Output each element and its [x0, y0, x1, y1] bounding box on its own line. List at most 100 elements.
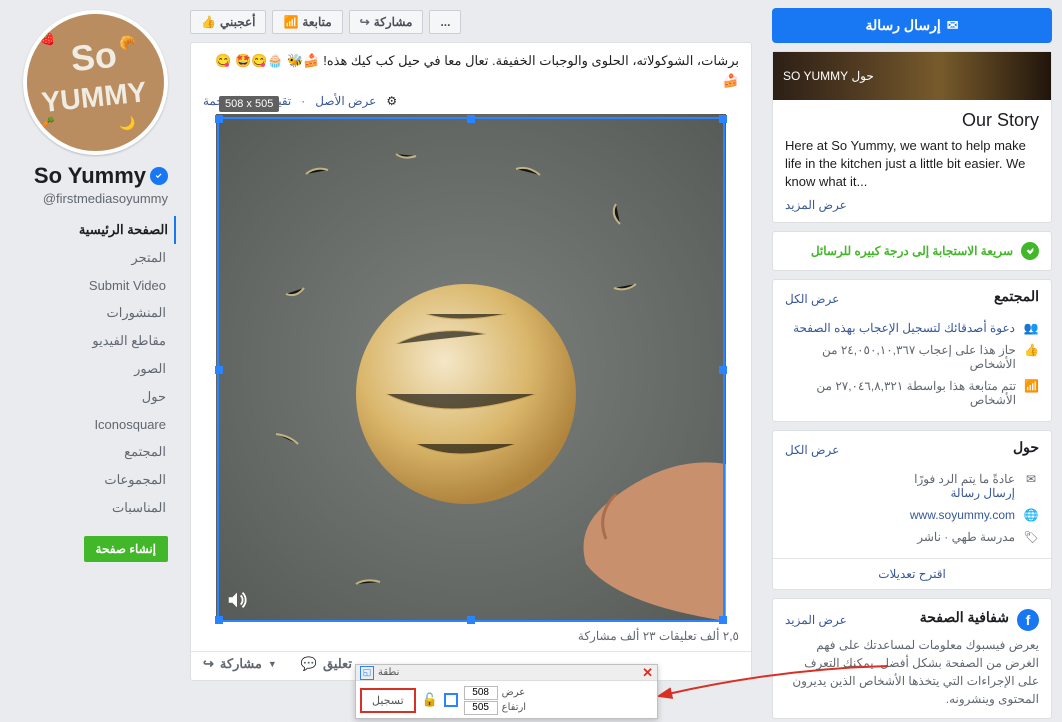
comment-react-button[interactable]: 💬 تعليق [301, 656, 352, 672]
send-message-label: إرسال رسالة [866, 17, 941, 34]
nav-community[interactable]: المجتمع [12, 438, 168, 466]
share-react-button[interactable]: ↪ مشاركة ▼ [203, 656, 277, 672]
rss-icon: 📶 [1024, 379, 1039, 393]
more-button[interactable]: ... [429, 10, 461, 34]
show-original-link[interactable]: عرض الأصل [315, 94, 376, 108]
svg-text:So: So [69, 35, 119, 80]
handle-tm[interactable] [467, 115, 475, 123]
about-send-msg-link[interactable]: إرسال رسالة [951, 486, 1016, 500]
region-icon: ◱ [360, 666, 374, 680]
nav-groups[interactable]: المجموعات [12, 466, 168, 494]
community-card: المجتمع عرض الكل 👥 دعوة أصدقائك لتسجيل ال… [772, 279, 1052, 422]
our-story-title: Our Story [785, 110, 1039, 131]
page-username: firstmediasoyummy@ [12, 191, 168, 206]
page-name[interactable]: So Yummy [34, 163, 146, 189]
response-text: سريعة الاستجابة إلى درجة كبيره للرسائل [811, 244, 1013, 258]
width-input[interactable] [464, 686, 498, 700]
verified-badge-icon [150, 167, 168, 185]
nav-videos[interactable]: مقاطع الفيديو [12, 327, 168, 355]
capture-title: نطقة [378, 667, 399, 678]
nav-shop[interactable]: المتجر [12, 244, 168, 272]
community-title: المجتمع [994, 288, 1039, 305]
transparency-card: f شفافية الصفحة عرض المزيد يعرض فيسبوك م… [772, 598, 1052, 719]
create-page-button[interactable]: إنشاء صفحة [84, 536, 168, 562]
svg-text:🍓: 🍓 [39, 30, 55, 45]
svg-text:🌙: 🌙 [119, 115, 135, 131]
nav-home[interactable]: الصفحة الرئيسية [12, 216, 176, 244]
thumb-up-icon: 👍 [201, 15, 216, 29]
record-button[interactable]: تسجيل [360, 688, 416, 713]
about-see-all[interactable]: عرض الكل [785, 443, 839, 457]
settings-icon[interactable]: ⚙ [386, 94, 397, 108]
handle-ml[interactable] [215, 366, 223, 374]
share-icon: ↪ [360, 15, 370, 29]
facebook-icon: f [1017, 609, 1039, 631]
handle-bm[interactable] [467, 616, 475, 624]
comment-icon: 💬 [301, 656, 317, 672]
about-card: حول عرض الكل ✉ عادةً ما يتم الرد فورًاإرس… [772, 430, 1052, 590]
about-title: حول [1013, 439, 1039, 456]
svg-text:🥕: 🥕 [39, 115, 55, 130]
like-button[interactable]: 👍 أعجبني [190, 10, 266, 34]
svg-text:🥐: 🥐 [119, 35, 135, 50]
height-label: ارتفاع [502, 702, 526, 713]
our-story-card: حول SO YUMMY Our Story Here at So Yummy,… [772, 51, 1052, 223]
transparency-title: شفافية الصفحة [855, 609, 1009, 626]
category-text: مدرسة طهي · ناشر [917, 530, 1015, 544]
nav-posts[interactable]: المنشورات [12, 299, 168, 327]
handle-tr[interactable] [719, 115, 727, 123]
share-react-label: مشاركة [220, 656, 262, 672]
selection-box[interactable] [217, 117, 725, 622]
suggest-edits-link[interactable]: اقترح تعديلات [773, 558, 1051, 589]
follow-label: متابعة [302, 15, 331, 29]
nav-events[interactable]: المناسبات [12, 494, 168, 522]
handle-bl[interactable] [215, 616, 223, 624]
handle-br[interactable] [719, 616, 727, 624]
handle-mr[interactable] [719, 366, 727, 374]
selection-dimensions: 508 x 505 [219, 96, 279, 112]
handle-tl[interactable] [215, 115, 223, 123]
close-icon[interactable]: ✕ [642, 665, 653, 681]
like-label: أعجبني [220, 15, 255, 29]
rss-icon: 📶 [283, 15, 298, 29]
width-label: عرض [502, 687, 526, 698]
website-link[interactable]: www.soyummy.com [910, 508, 1015, 522]
globe-icon: 🌐 [1023, 508, 1039, 522]
response-card: سريعة الاستجابة إلى درجة كبيره للرسائل [772, 231, 1052, 271]
post-text: برشات، الشوكولاته، الحلوى والوجبات الخفي… [191, 43, 751, 92]
follow-button[interactable]: 📶 متابعة [272, 10, 342, 34]
transparency-text: يعرض فيسبوك معلومات لمساعدتك على فهم الغ… [773, 636, 1051, 718]
our-story-text: Here at So Yummy, we want to help make l… [785, 137, 1039, 192]
nav-about[interactable]: حول [12, 383, 168, 411]
people-icon: 👥 [1023, 321, 1039, 335]
messenger-outline-icon: ✉ [1023, 472, 1039, 486]
more-label: ... [440, 15, 450, 29]
community-see-all[interactable]: عرض الكل [785, 292, 839, 306]
height-input[interactable] [464, 701, 498, 715]
comment-react-label: تعليق [323, 656, 352, 672]
capture-popup[interactable]: ◱ نطقة ✕ تسجيل 🔓 عرض ارتفاع [355, 664, 658, 719]
page-nav: الصفحة الرئيسية المتجر Submit Video المن… [12, 216, 168, 522]
post-card: برشات، الشوكولاته، الحلوى والوجبات الخفي… [190, 42, 752, 681]
likes-count: حاز هذا على إعجاب ٢٤,٠٥٠,١٠,٣٦٧ من الأشخ… [785, 343, 1016, 371]
send-message-button[interactable]: ✉ إرسال رسالة [772, 8, 1052, 43]
messenger-icon: ✉ [947, 17, 959, 34]
share-button[interactable]: ↪ مشاركة [349, 10, 424, 34]
nav-submit-video[interactable]: Submit Video [12, 272, 168, 299]
invite-friends-link[interactable]: دعوة أصدقائك لتسجيل الإعجاب بهذه الصفحة [793, 321, 1015, 335]
caret-down-icon: ▼ [268, 659, 277, 669]
our-story-more-link[interactable]: عرض المزيد [785, 198, 1039, 212]
aspect-icon[interactable] [444, 693, 458, 707]
cover-label: حول SO YUMMY [783, 69, 874, 83]
share-icon: ↪ [203, 656, 214, 672]
lock-open-icon[interactable]: 🔓 [422, 692, 438, 708]
post-stats: ٢,٥ ألف تعليقات ٢٣ ألف مشاركة [191, 621, 751, 651]
nav-photos[interactable]: الصور [12, 355, 168, 383]
share-label: مشاركة [374, 15, 413, 29]
profile-picture[interactable]: So YUMMY 🍓 🥐 🥕 🌙 [23, 10, 168, 155]
cover-strip[interactable]: حول SO YUMMY [773, 52, 1051, 100]
messenger-green-icon [1021, 242, 1039, 260]
transparency-more-link[interactable]: عرض المزيد [785, 613, 847, 627]
about-reply: عادةً ما يتم الرد فورًاإرسال رسالة [914, 472, 1015, 500]
nav-iconosquare[interactable]: Iconosquare [12, 411, 168, 438]
